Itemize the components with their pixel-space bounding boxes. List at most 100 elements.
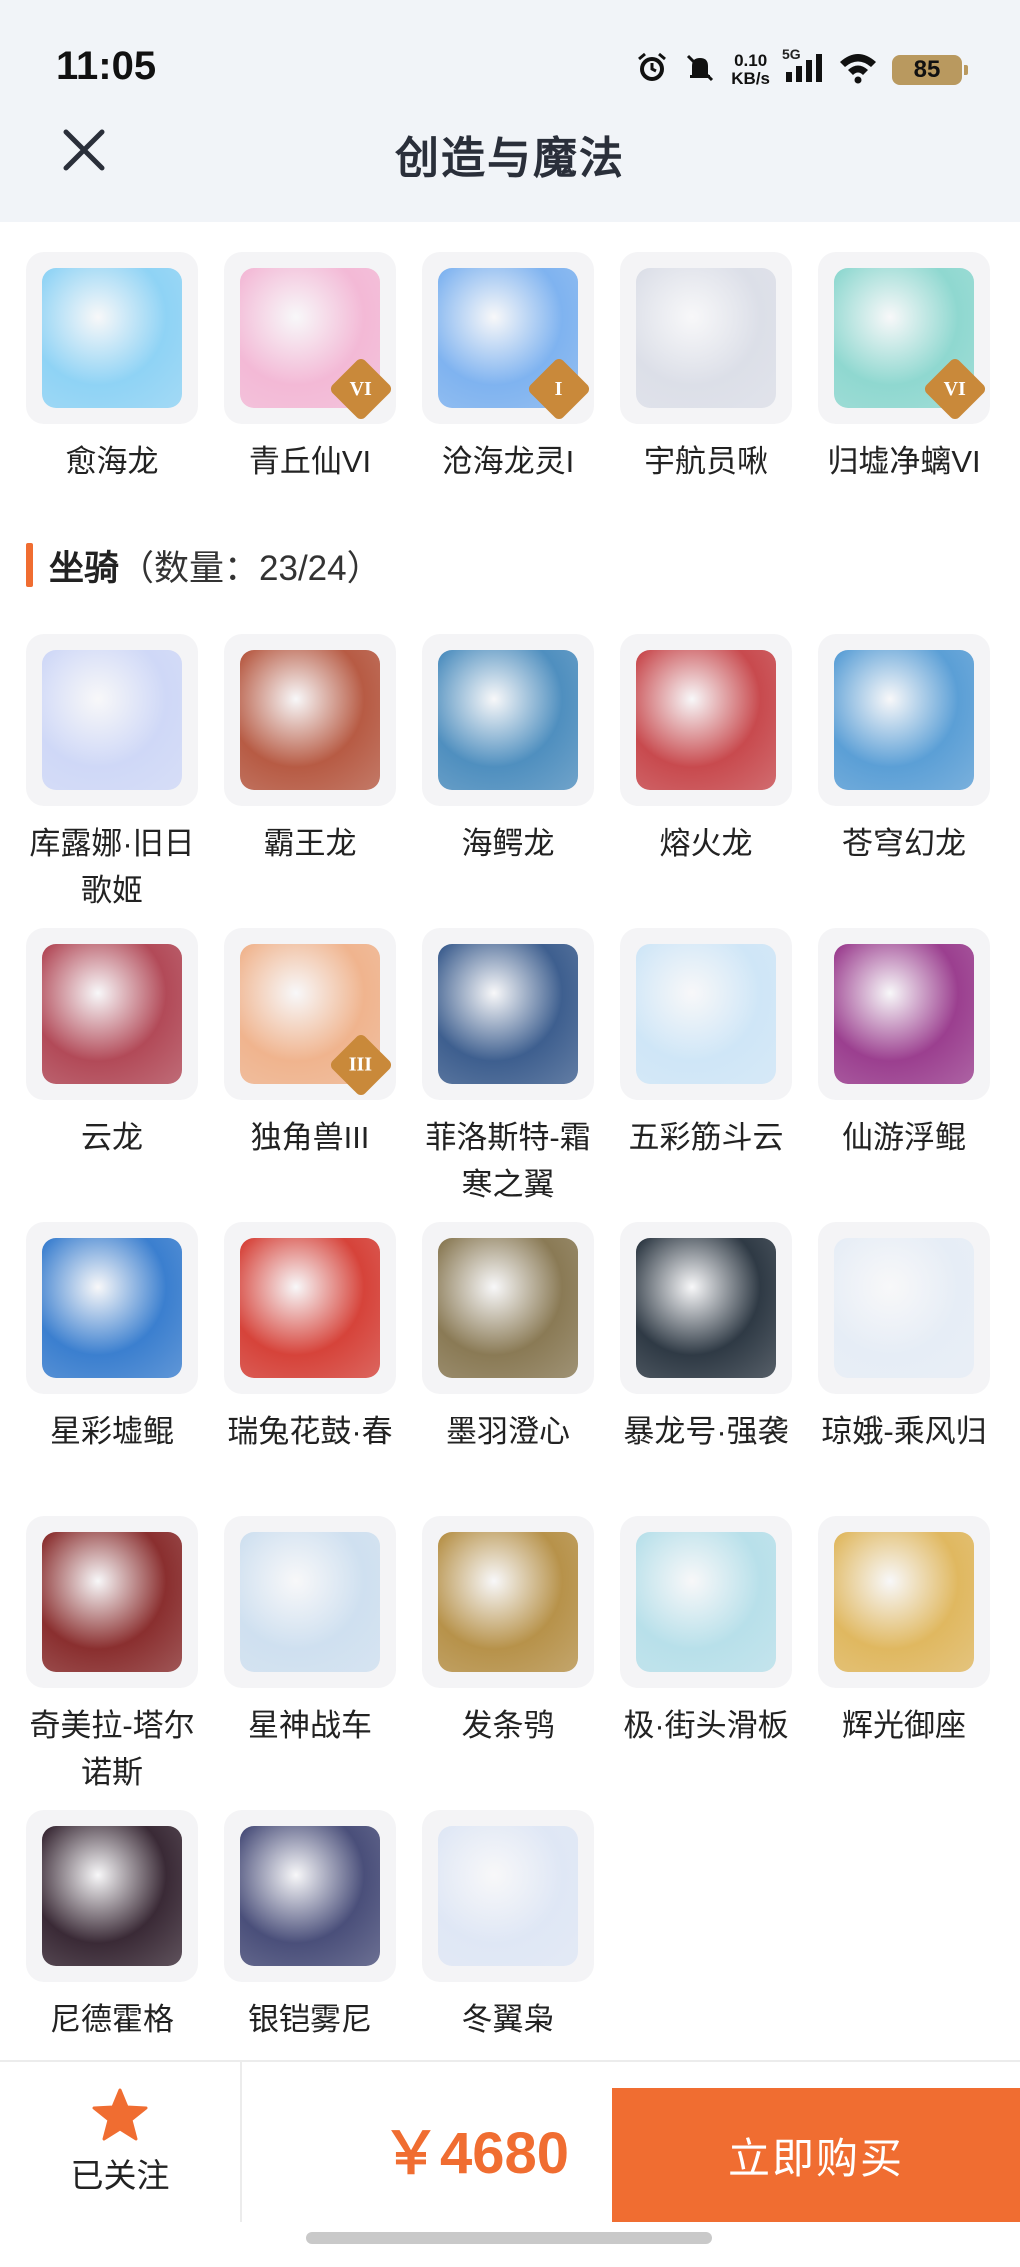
home-indicator[interactable] <box>306 2232 712 2244</box>
grid-item[interactable]: 墨羽澄心 <box>422 1222 594 1516</box>
item-image <box>834 650 974 790</box>
item-image <box>636 1532 776 1672</box>
grid-item[interactable]: 瑞兔花鼓·春 <box>224 1222 396 1516</box>
item-thumbnail <box>620 252 792 424</box>
item-image <box>636 944 776 1084</box>
item-thumbnail <box>422 928 594 1100</box>
grid-item[interactable]: 琼娥-乘风归 <box>818 1222 990 1516</box>
item-thumbnail <box>26 1516 198 1688</box>
grid-item[interactable]: 库露娜·旧日歌姬 <box>26 634 198 928</box>
grid-item[interactable]: 暴龙号·强袭 <box>620 1222 792 1516</box>
wifi-icon <box>838 52 878 89</box>
grid-item[interactable]: I 沧海龙灵I <box>422 252 594 485</box>
item-image <box>240 1826 380 1966</box>
page-header: 创造与魔法 <box>0 110 1020 222</box>
item-label: 星彩墟鲲 <box>50 1414 174 1449</box>
item-label: 暴龙号·强袭 <box>623 1414 789 1449</box>
grid-item[interactable]: 星彩墟鲲 <box>26 1222 198 1516</box>
grid-item[interactable]: 极·街头滑板 <box>620 1516 792 1810</box>
item-label: 独角兽III <box>250 1120 370 1155</box>
item-thumbnail <box>224 1516 396 1688</box>
grid-item[interactable]: 发条鸮 <box>422 1516 594 1810</box>
mute-bell-icon <box>683 51 717 90</box>
buy-now-button[interactable]: 立即购买 <box>612 2088 1020 2222</box>
item-thumbnail <box>620 634 792 806</box>
item-thumbnail <box>620 928 792 1100</box>
tier-badge-text: VI <box>943 377 967 400</box>
item-image <box>834 1532 974 1672</box>
item-image <box>636 1238 776 1378</box>
status-icons: 0.10 KB/s 5G 85 <box>635 46 968 92</box>
item-thumbnail <box>422 1222 594 1394</box>
item-image <box>438 944 578 1084</box>
item-label: 库露娜·旧日歌姬 <box>29 826 195 908</box>
item-image <box>438 1532 578 1672</box>
top-area: 11:05 0.10 KB/s 5G 85 创造与魔法 <box>0 0 1020 222</box>
grid-item[interactable]: 熔火龙 <box>620 634 792 928</box>
item-thumbnail <box>224 634 396 806</box>
price: ￥4680 <box>382 2121 570 2186</box>
grid-item[interactable]: 菲洛斯特-霜寒之翼 <box>422 928 594 1222</box>
item-thumbnail <box>26 634 198 806</box>
grid-item[interactable]: 辉光御座 <box>818 1516 990 1810</box>
status-time: 11:05 <box>56 44 157 88</box>
item-label: 苍穹幻龙 <box>842 826 966 861</box>
grid-item[interactable]: III 独角兽III <box>224 928 396 1222</box>
grid-item[interactable]: 苍穹幻龙 <box>818 634 990 928</box>
item-label: 辉光御座 <box>842 1708 966 1743</box>
star-icon <box>92 2088 148 2141</box>
item-image <box>834 944 974 1084</box>
item-thumbnail <box>620 1222 792 1394</box>
item-image <box>42 650 182 790</box>
item-image <box>834 1238 974 1378</box>
item-thumbnail <box>26 252 198 424</box>
page-title: 创造与魔法 <box>395 134 625 183</box>
item-label: 熔火龙 <box>659 826 753 861</box>
grid-item[interactable]: 愈海龙 <box>26 252 198 485</box>
item-label: 海鳄龙 <box>461 826 555 861</box>
grid-item[interactable]: 云龙 <box>26 928 198 1222</box>
item-label: 琼娥-乘风归 <box>821 1414 987 1449</box>
item-image <box>438 1826 578 1966</box>
grid-item[interactable]: 星神战车 <box>224 1516 396 1810</box>
item-label: 银铠雾尼 <box>248 2002 372 2037</box>
tier-badge-text: III <box>349 1053 373 1076</box>
grid-item[interactable]: VI 归墟净螭VI <box>818 252 990 485</box>
item-label: 云龙 <box>81 1120 143 1155</box>
grid-item[interactable]: 宇航员啾 <box>620 252 792 485</box>
item-label: 墨羽澄心 <box>446 1414 570 1449</box>
item-label: 愈海龙 <box>65 444 159 479</box>
item-label: 尼德霍格 <box>50 2002 174 2037</box>
item-thumbnail <box>422 1810 594 1982</box>
grid-item[interactable]: 仙游浮鲲 <box>818 928 990 1222</box>
signal-icon: 5G <box>782 46 824 89</box>
item-image <box>240 1238 380 1378</box>
grid-item[interactable]: 五彩筋斗云 <box>620 928 792 1222</box>
grid-item[interactable]: 霸王龙 <box>224 634 396 928</box>
item-image <box>636 268 776 408</box>
mounts-grid: 库露娜·旧日歌姬 霸王龙 海鳄龙 熔火龙 苍穹幻龙云龙 III 独角兽III 菲洛斯特-霜寒之… <box>26 634 1006 2104</box>
item-thumbnail <box>224 1222 396 1394</box>
item-label: 发条鸮 <box>461 1708 555 1743</box>
item-thumbnail <box>422 1516 594 1688</box>
item-label: 菲洛斯特-霜寒之翼 <box>425 1120 591 1202</box>
tier-badge-text: VI <box>349 377 373 400</box>
grid-item[interactable]: 奇美拉-塔尔诺斯 <box>26 1516 198 1810</box>
grid-item[interactable]: 海鳄龙 <box>422 634 594 928</box>
alarm-icon <box>635 51 669 90</box>
item-label: 仙游浮鲲 <box>842 1120 966 1155</box>
item-image <box>636 650 776 790</box>
net-speed-value: 0.10 <box>734 51 768 70</box>
item-image <box>42 1532 182 1672</box>
item-image <box>42 944 182 1084</box>
network-type: 5G <box>782 45 801 62</box>
item-image <box>240 1532 380 1672</box>
follow-button[interactable]: 已关注 <box>0 2062 242 2222</box>
item-image <box>42 1238 182 1378</box>
item-thumbnail <box>818 634 990 806</box>
item-label: 五彩筋斗云 <box>628 1120 784 1155</box>
tier-badge-text: I <box>555 377 563 400</box>
item-thumbnail: I <box>422 252 594 424</box>
grid-item[interactable]: VI 青丘仙VI <box>224 252 396 485</box>
item-label: 归墟净螭VI <box>827 444 981 479</box>
